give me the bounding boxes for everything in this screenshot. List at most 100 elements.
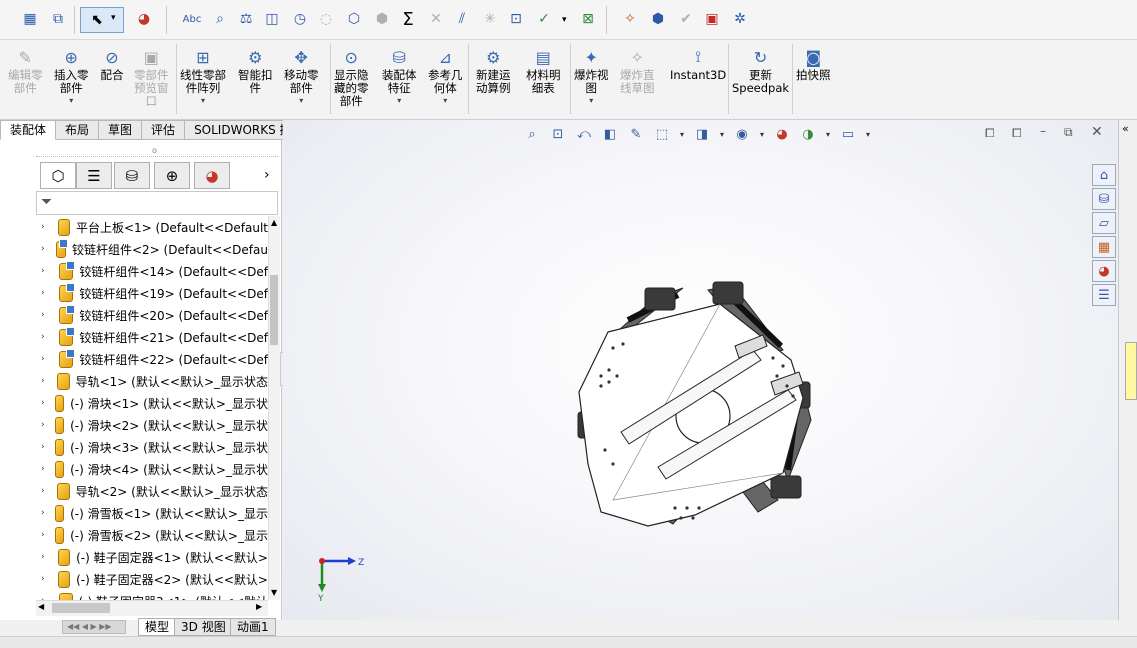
expand-icon[interactable]: › [41, 552, 48, 562]
expand-icon[interactable]: › [41, 354, 49, 364]
tree-item[interactable]: › 平台上板<1> (Default<<Default [36, 216, 268, 238]
sigma-icon[interactable]: Σ [398, 9, 418, 30]
display-style-icon[interactable]: ◨ [692, 124, 712, 144]
camera-button[interactable]: ◙ 拍快照 [796, 42, 831, 82]
tree-item[interactable]: › (-) 滑块<2> (默认<<默认>_显示状 [36, 414, 268, 436]
home-icon[interactable]: ⌂ [1092, 164, 1116, 186]
expand-icon[interactable]: › [41, 398, 45, 408]
gauge-icon[interactable]: ◷ [290, 9, 310, 29]
scroll-right-icon[interactable]: ▶ [256, 602, 262, 611]
tree-item[interactable]: › 铰链杆组件<20> (Default<<Def [36, 304, 268, 326]
sketch-icon[interactable]: ◫ [262, 9, 282, 29]
bom-button[interactable]: ▤ 材料明 细表 [526, 42, 561, 95]
dimxpert-tab-icon[interactable]: ⊕ [154, 162, 190, 189]
show-hidden-button[interactable]: ⊙ 显示隐 藏的零 部件 [334, 42, 369, 108]
tree-item[interactable]: › 导轨<1> (默认<<默认>_显示状态 [36, 370, 268, 392]
expand-icon[interactable]: › [41, 310, 49, 320]
spelling-icon[interactable]: Abc [182, 9, 202, 29]
tree-item[interactable]: › (-) 滑雪板<1> (默认<<默认>_显示 [36, 502, 268, 524]
expand-icon[interactable]: › [41, 486, 47, 496]
dynamic-annotation-icon[interactable]: ✎ [626, 124, 646, 144]
tree-item[interactable]: › (-) 滑块<1> (默认<<默认>_显示状 [36, 392, 268, 414]
tree-item[interactable]: › 铰链杆组件<22> (Default<<Def [36, 348, 268, 370]
appearances-icon[interactable]: ◕ [1092, 260, 1116, 282]
fastener-button[interactable]: ⚙ 智能扣 件 [238, 42, 273, 95]
scroll-down-icon[interactable]: ▼ [271, 588, 277, 597]
monitor-icon[interactable]: ▭ [838, 124, 858, 144]
file-explorer-icon[interactable]: ▱ [1092, 212, 1116, 234]
pattern-button[interactable]: ⊞ 线性零部 件阵列 ▾ [180, 42, 226, 106]
move-button[interactable]: ✥ 移动零 部件 ▾ [284, 42, 319, 106]
color-icon[interactable]: ⬢ [648, 9, 668, 29]
expand-icon[interactable]: › [41, 530, 45, 540]
expand-icon[interactable]: › [41, 464, 45, 474]
word-icon[interactable]: ▣ [702, 9, 722, 29]
feature-tree-tab-icon[interactable]: ⬡ [40, 162, 76, 189]
box-icon[interactable]: ⬡ [344, 9, 364, 29]
tile-right-icon[interactable]: ⧠ [1012, 126, 1022, 141]
zoom-area-icon[interactable]: ⊡ [548, 124, 568, 144]
tree-scroll-thumb[interactable] [270, 275, 278, 345]
tree-item[interactable]: › 铰链杆组件<21> (Default<<Def [36, 326, 268, 348]
config-tab-icon[interactable]: ⛁ [114, 162, 150, 189]
panel-splitter[interactable]: o [36, 145, 278, 157]
tree-item[interactable]: › 铰链杆组件<2> (Default<<Defau [36, 238, 268, 260]
tree-item[interactable]: › 导轨<2> (默认<<默认>_显示状态 [36, 480, 268, 502]
tab-3[interactable]: 草图 [99, 120, 143, 140]
measure-icon[interactable]: ⚖ [236, 9, 256, 29]
expand-pane-icon[interactable]: « [1122, 122, 1129, 135]
chevron-down-icon[interactable]: ▾ [589, 96, 593, 105]
expand-icon[interactable]: › [41, 442, 45, 452]
tree-hscroll-thumb[interactable] [52, 603, 110, 613]
bottom-tab-2[interactable]: 3D 视图 [174, 618, 233, 636]
tree-item[interactable]: ›(-) 鞋子固定器3<1> (默认<<默认 [36, 590, 268, 600]
tree-item[interactable]: › (-) 滑块<4> (默认<<默认>_显示状 [36, 458, 268, 480]
appearance-icon[interactable]: ◕ [134, 9, 154, 29]
restore-icon[interactable]: ⧉ [1064, 125, 1073, 140]
graphics-area[interactable] [283, 120, 1118, 620]
display-tab-icon[interactable]: ◕ [194, 162, 230, 189]
expand-icon[interactable]: › [41, 244, 46, 254]
tree-item[interactable]: › 铰链杆组件<14> (Default<<Def [36, 260, 268, 282]
feature-button[interactable]: ⛁ 装配体 特征 ▾ [382, 42, 417, 106]
ref-geometry-button[interactable]: ⊿ 参考几 何体 ▾ [428, 42, 463, 106]
expand-icon[interactable]: › [41, 508, 45, 518]
expand-icon[interactable]: › [41, 288, 49, 298]
bottom-tab-1[interactable]: 模型 [138, 618, 177, 636]
chevron-right-icon[interactable]: › [264, 167, 270, 183]
view-orientation-icon[interactable]: ⬚ [652, 124, 672, 144]
view-palette-icon[interactable]: ▦ [1092, 236, 1116, 258]
tree-vertical-scrollbar[interactable] [268, 216, 280, 600]
bottom-tab-3[interactable]: 动画1 [230, 618, 276, 636]
scroll-left-icon[interactable]: ◀ [38, 602, 44, 611]
mirror-icon[interactable]: ⫽ [452, 9, 472, 29]
expand-icon[interactable]: › [41, 420, 45, 430]
tree-icon[interactable]: ⧉ [48, 9, 68, 29]
expand-icon[interactable]: › [41, 376, 47, 386]
mate-button[interactable]: ⊘ 配合 [100, 42, 124, 82]
expand-icon[interactable]: › [41, 222, 48, 232]
tab-4[interactable]: 评估 [142, 120, 186, 140]
minimize-icon[interactable]: – [1040, 124, 1046, 138]
property-tab-icon[interactable]: ☰ [76, 162, 112, 189]
custom-properties-icon[interactable]: ☰ [1092, 284, 1116, 306]
assembly-icon[interactable]: ▦ [20, 9, 40, 29]
tab-scroll-arrows[interactable]: ◀◀ ◀ ▶ ▶▶ [62, 620, 126, 634]
expand-icon[interactable]: › [41, 266, 49, 276]
previous-view-icon[interactable]: ⤺ [574, 124, 594, 144]
filter-icon[interactable]: ⏷ [41, 194, 52, 210]
chevron-down-icon[interactable]: ▾ [397, 96, 401, 105]
tree-item[interactable]: › 铰链杆组件<19> (Default<<Def [36, 282, 268, 304]
tab-1[interactable]: 装配体 [0, 120, 57, 140]
chevron-down-icon[interactable]: ▾ [299, 96, 303, 105]
scroll-up-icon[interactable]: ▲ [271, 218, 277, 227]
chevron-down-icon[interactable]: ▾ [69, 96, 73, 105]
chevron-down-icon[interactable]: ▾ [672, 124, 692, 144]
tile-left-icon[interactable]: ⧠ [985, 126, 995, 141]
select-button[interactable]: ⬉ ▾ [80, 7, 124, 33]
chevron-down-icon[interactable]: ▾ [443, 96, 447, 105]
insert-part-button[interactable]: ⊕ 插入零 部件 ▾ [54, 42, 89, 106]
tree-item[interactable]: › (-) 鞋子固定器<2> (默认<<默认> [36, 568, 268, 590]
chevron-down-icon[interactable]: ▾ [858, 124, 878, 144]
expand-icon[interactable]: › [41, 332, 49, 342]
